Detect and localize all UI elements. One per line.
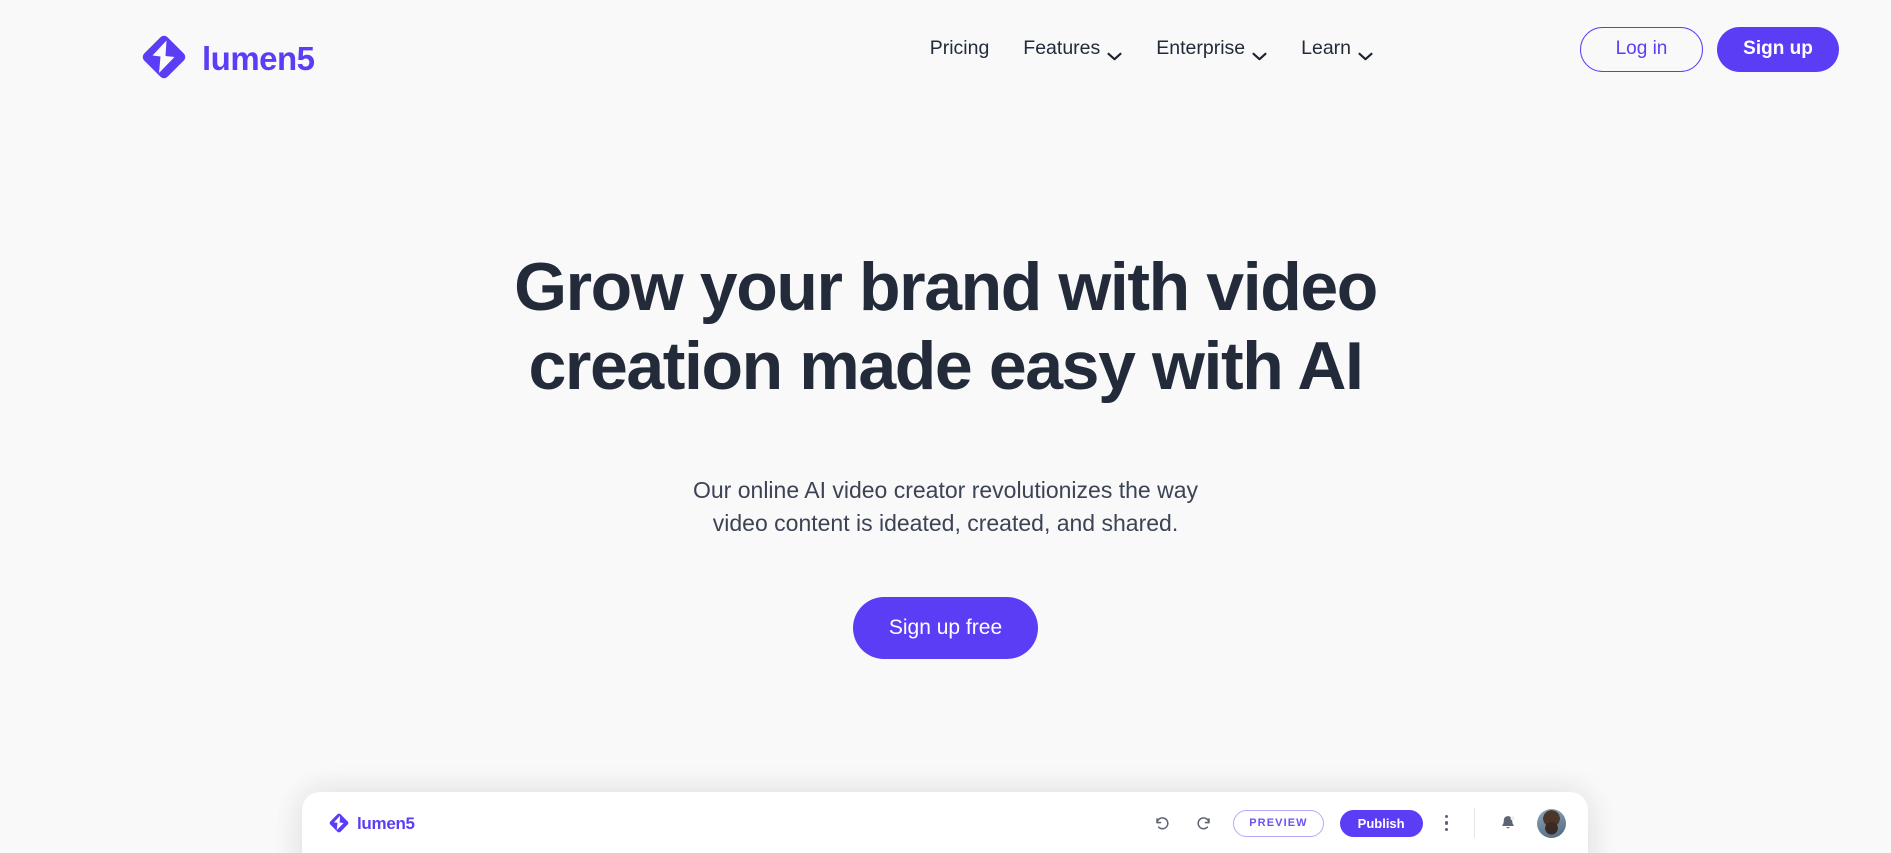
hero-subtitle-line-1: Our online AI video creator revolutioniz… [693, 476, 1198, 503]
publish-button[interactable]: Publish [1339, 809, 1423, 837]
sign-up-free-button[interactable]: Sign up free [852, 597, 1039, 660]
kebab-dot [1444, 814, 1448, 819]
lumen5-diamond-bolt-logo [328, 812, 350, 834]
hero-title-line-1: Grow your brand with video [514, 249, 1378, 325]
toolbar-divider [1474, 808, 1475, 838]
chevron-down-icon [1252, 46, 1267, 60]
app-preview-wordmark: lumen5 [357, 813, 415, 833]
page-title: Grow your brand with video creation made… [0, 248, 1891, 406]
site-header: lumen5 Pricing Features Enterprise Learn [0, 0, 1891, 98]
hero-section: Grow your brand with video creation made… [0, 98, 1891, 660]
redo-arrow-icon[interactable] [1191, 810, 1217, 836]
lumen5-diamond-bolt-logo [139, 32, 189, 82]
preview-button[interactable]: PREVIEW [1233, 809, 1324, 837]
kebab-menu-icon[interactable] [1439, 813, 1454, 833]
nav-item-pricing[interactable]: Pricing [928, 33, 992, 65]
nav-item-learn[interactable]: Learn [1299, 33, 1375, 65]
hero-subtitle: Our online AI video creator revolutioniz… [0, 474, 1891, 541]
kebab-dot [1444, 827, 1448, 832]
bell-icon[interactable] [1495, 810, 1521, 836]
app-preview-brand: lumen5 [328, 812, 415, 834]
chevron-down-icon [1107, 46, 1122, 60]
user-avatar[interactable] [1537, 808, 1566, 838]
nav-item-enterprise[interactable]: Enterprise [1154, 33, 1269, 65]
primary-navigation: Pricing Features Enterprise Learn [928, 0, 1375, 98]
hero-cta-container: Sign up free [0, 597, 1891, 660]
brand-logo-link[interactable]: lumen5 [139, 32, 315, 82]
nav-label-enterprise: Enterprise [1156, 37, 1246, 60]
log-in-button[interactable]: Log in [1580, 26, 1703, 72]
nav-label-learn: Learn [1301, 37, 1351, 60]
hero-title-line-2: creation made easy with AI [528, 327, 1363, 404]
nav-label-pricing: Pricing [929, 37, 990, 60]
nav-label-features: Features [1023, 37, 1101, 60]
hero-subtitle-line-2: video content is ideated, created, and s… [712, 510, 1179, 537]
brand-wordmark: lumen5 [202, 39, 315, 77]
nav-item-features[interactable]: Features [1021, 33, 1124, 65]
chevron-down-icon [1358, 46, 1373, 60]
sign-up-button[interactable]: Sign up [1717, 26, 1839, 72]
kebab-dot [1444, 821, 1448, 825]
undo-arrow-icon[interactable] [1149, 810, 1175, 836]
app-preview-toolbar: lumen5 PREVIEW Publish [302, 792, 1588, 853]
app-preview-tools: PREVIEW Publish [1149, 808, 1566, 838]
app-preview-card: lumen5 PREVIEW Publish [302, 792, 1588, 853]
header-actions: Log in Sign up [1580, 0, 1839, 98]
